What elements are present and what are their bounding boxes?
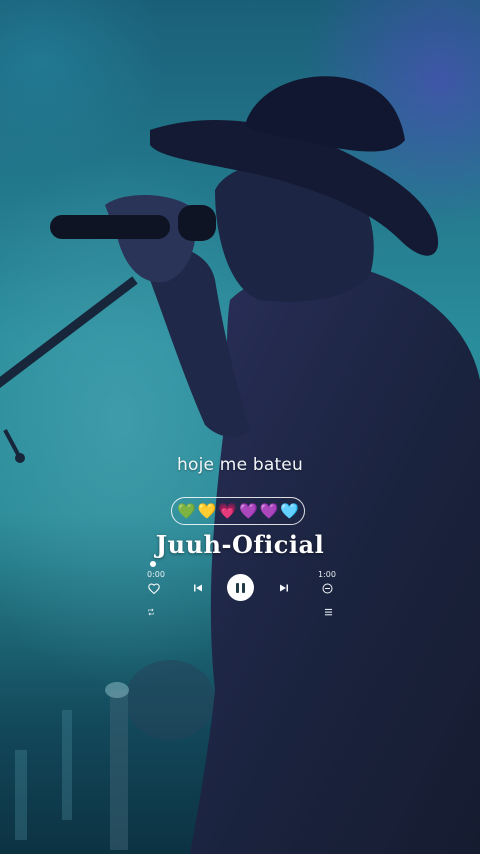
light-blue-heart-icon: 🩵 xyxy=(280,501,300,520)
remove-button[interactable] xyxy=(319,580,335,596)
purple-heart-icon-2: 💜 xyxy=(259,501,279,520)
video-frame: hoje me bateu 💚 💛 💗 💜 💜 🩵 Juuh-Oficial 0… xyxy=(0,0,480,854)
total-duration: 1:00 xyxy=(318,570,336,579)
progress-handle[interactable] xyxy=(150,561,156,567)
concert-photo xyxy=(0,76,480,854)
yellow-heart-icon: 💛 xyxy=(197,501,217,520)
pink-heart-icon: 💗 xyxy=(218,501,237,520)
mic-stand xyxy=(0,276,138,463)
lyric-line: hoje me bateu xyxy=(177,455,303,475)
previous-button[interactable] xyxy=(190,580,206,596)
elapsed-time: 0:00 xyxy=(147,570,165,579)
heart-outline-icon xyxy=(148,583,160,594)
repeat-icon xyxy=(148,608,154,616)
repeat-button[interactable] xyxy=(144,605,158,619)
playlist-icon xyxy=(324,608,332,616)
hearts-frame: 💚 💛 💗 💜 💜 🩵 xyxy=(171,497,305,525)
next-button[interactable] xyxy=(276,580,292,596)
skip-previous-icon xyxy=(194,584,202,592)
pause-icon xyxy=(236,582,239,593)
pause-button[interactable] xyxy=(227,574,254,601)
skip-next-icon xyxy=(280,584,288,592)
playlist-button[interactable] xyxy=(321,605,335,619)
background-figures xyxy=(15,660,215,850)
green-heart-icon: 💚 xyxy=(176,501,196,520)
purple-heart-icon: 💜 xyxy=(239,501,258,520)
like-button[interactable] xyxy=(146,580,162,596)
minus-circle-icon xyxy=(322,583,332,593)
brand-title: Juuh-Oficial xyxy=(155,530,325,559)
